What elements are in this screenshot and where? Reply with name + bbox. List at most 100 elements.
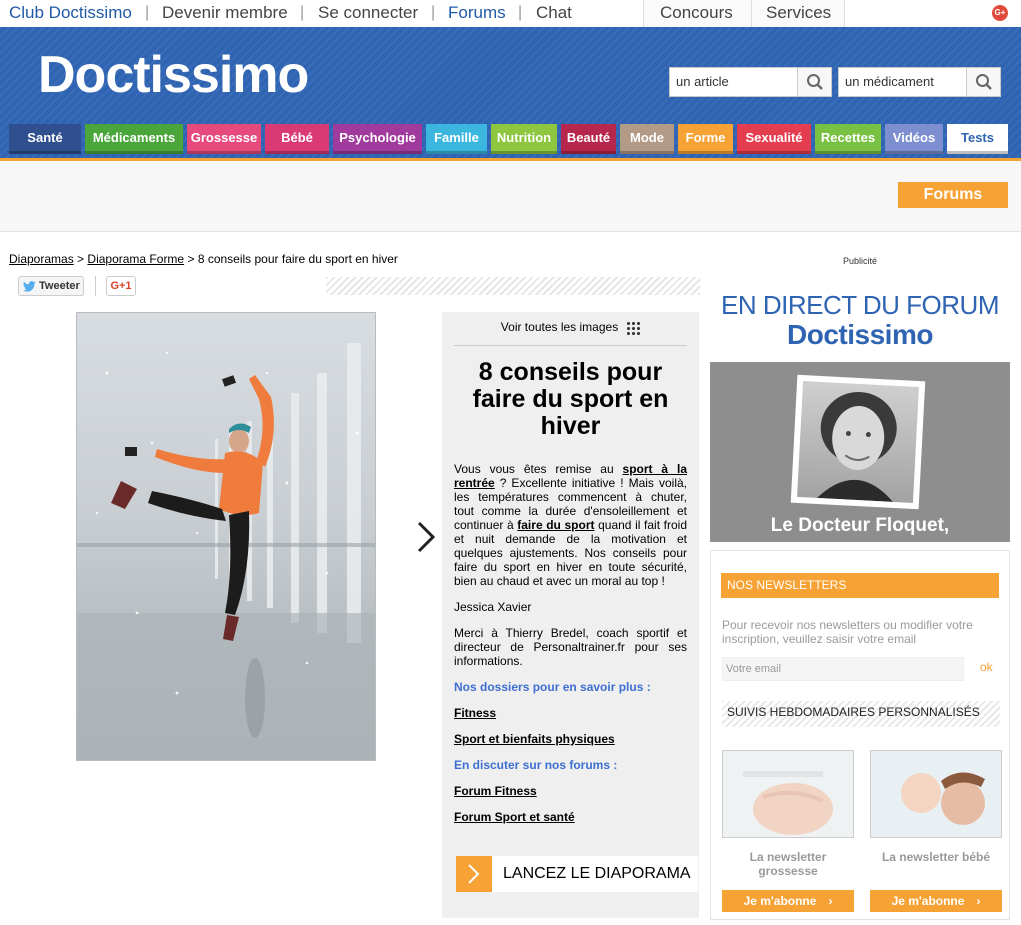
chevron-right-icon: › (828, 894, 833, 908)
concours-tab[interactable]: Concours (643, 0, 751, 27)
doctor-promo[interactable]: Le Docteur Floquet, (710, 362, 1010, 542)
breadcrumb-current: 8 conseils pour faire du sport en hiver (197, 252, 398, 266)
services-label: Services (766, 3, 832, 22)
services-tab[interactable]: Services (751, 0, 845, 27)
tweet-button[interactable]: Tweeter (18, 276, 84, 296)
runner-woman-photo (77, 343, 375, 760)
article-thanks: Merci à Thierry Bredel, coach sportif et… (454, 626, 687, 668)
separator: | (300, 4, 305, 21)
doctissimo-logo[interactable]: Doctissimo (38, 45, 309, 105)
search-icon (807, 74, 823, 90)
article-intro: Vous vous êtes remise au sport à la rent… (454, 462, 687, 588)
chevron-right-icon (468, 864, 480, 884)
breadcrumb-separator: > (77, 252, 85, 266)
se-connecter-link[interactable]: Se connecter (318, 3, 418, 23)
forums-link[interactable]: Forums (448, 3, 506, 23)
ok-button[interactable]: ok (980, 660, 993, 674)
medicament-search-input[interactable]: un médicament (845, 74, 934, 89)
lancez-diaporama-button[interactable]: LANCEZ LE DIAPORAMA (456, 856, 698, 892)
grid-icon (626, 320, 641, 335)
dossier-link-sport-bienfaits[interactable]: Sport et bienfaits physiques (454, 732, 615, 746)
voir-toutes-images-label: Voir toutes les images (500, 320, 619, 334)
intro-link-faire-du-sport[interactable]: faire du sport (517, 518, 594, 532)
newsletter-grossesse-image[interactable] (722, 750, 854, 838)
article-search-box[interactable]: un article (669, 67, 832, 97)
article-search-button[interactable] (797, 68, 831, 96)
baby-photo (871, 751, 1001, 837)
separator: | (431, 4, 436, 21)
doctor-name: Le Docteur Floquet, (770, 515, 950, 536)
subscribe-bebe-button[interactable]: Je m'abonne › (870, 890, 1002, 912)
forums-band: Forums (0, 158, 1021, 232)
forum-link-fitness[interactable]: Forum Fitness (454, 784, 537, 798)
nav-item-sante[interactable]: Santé (9, 124, 81, 154)
google-plus-icon[interactable]: G+ (992, 5, 1008, 21)
tweet-label: Tweeter (39, 280, 80, 292)
article-title: 8 conseils pour faire du sport en hiver (472, 358, 669, 440)
nav-item-mode[interactable]: Mode (620, 124, 674, 154)
newsletters-heading: NOS NEWSLETTERS (721, 573, 999, 598)
lancez-arrow (456, 856, 492, 892)
nav-item-nutrition[interactable]: Nutrition (491, 124, 557, 154)
lancez-diaporama-label: LANCEZ LE DIAPORAMA (503, 865, 691, 882)
top-bar: Club Doctissimo | Devenir membre | Se co… (0, 0, 1021, 27)
newsletter-box: NOS NEWSLETTERS Pour recevoir nos newsle… (710, 550, 1010, 920)
panel-divider (454, 345, 687, 346)
newsletter-grossesse-label[interactable]: La newsletter grossesse (722, 850, 854, 878)
subscribe-grossesse-button[interactable]: Je m'abonne › (722, 890, 854, 912)
nav-item-beaute[interactable]: Beauté (561, 124, 616, 154)
breadcrumb: Diaporamas > Diaporama Forme > 8 conseil… (9, 252, 398, 266)
breadcrumb-separator: > (187, 252, 195, 266)
nav-item-famille[interactable]: Famille (426, 124, 487, 154)
breadcrumb-diaporama-forme[interactable]: Diaporama Forme (87, 252, 184, 266)
nav-item-forme[interactable]: Forme (678, 124, 733, 154)
doctor-photo (797, 381, 919, 503)
google-plus-one-button[interactable]: G+1 (106, 276, 136, 296)
dossiers-heading: Nos dossiers pour en savoir plus : (454, 680, 651, 694)
newsletter-bebe-label[interactable]: La newsletter bébé (870, 850, 1002, 864)
nav-item-recettes[interactable]: Recettes (815, 124, 881, 154)
pregnant-belly-photo (723, 751, 853, 837)
dossier-link-fitness[interactable]: Fitness (454, 706, 496, 720)
suivis-heading: SUIVIS HEBDOMADAIRES PERSONNALISÉS (722, 701, 1000, 727)
separator: | (518, 4, 523, 21)
nav-item-medicaments[interactable]: Médicaments (85, 124, 183, 154)
email-field[interactable]: Votre email (722, 657, 964, 681)
slideshow-photo[interactable] (76, 312, 376, 761)
nav-item-grossesse[interactable]: Grossesse (187, 124, 261, 154)
hatched-divider (326, 277, 700, 295)
nav-item-psychologie[interactable]: Psychologie (333, 124, 422, 154)
forums-button[interactable]: Forums (898, 182, 1008, 208)
article-search-input[interactable]: un article (676, 74, 729, 89)
chat-link[interactable]: Chat (536, 3, 572, 23)
concours-label: Concours (660, 3, 733, 22)
doctor-portrait (817, 392, 897, 502)
club-doctissimo-link[interactable]: Club Doctissimo (9, 3, 132, 23)
voir-toutes-images-link[interactable]: Voir toutes les images (442, 320, 699, 335)
newsletters-description: Pour recevoir nos newsletters ou modifie… (722, 618, 973, 646)
forum-link-sport-sante[interactable]: Forum Sport et santé (454, 810, 575, 824)
subscribe-label: Je m'abonne (743, 894, 817, 908)
article-author: Jessica Xavier (454, 600, 532, 614)
en-direct-du-forum: EN DIRECT DU FORUM (721, 290, 999, 320)
breadcrumb-diaporamas[interactable]: Diaporamas (9, 252, 74, 266)
newsletter-bebe-image[interactable] (870, 750, 1002, 838)
nav-item-tests[interactable]: Tests (947, 124, 1008, 154)
subscribe-label: Je m'abonne (891, 894, 965, 908)
share-divider (95, 276, 96, 296)
separator: | (145, 4, 150, 21)
next-slide-arrow-icon[interactable] (415, 520, 437, 554)
doctor-photo-frame (790, 374, 926, 510)
chevron-right-icon: › (976, 894, 981, 908)
nav-item-bebe[interactable]: Bébé (265, 124, 329, 154)
nav-item-sexualite[interactable]: Sexualité (737, 124, 811, 154)
nav-item-videos[interactable]: Vidéos (885, 124, 943, 154)
intro-text-1: Vous vous êtes remise au (454, 462, 623, 476)
site-header: Doctissimo un article un médicament Sant… (0, 27, 1021, 158)
devenir-membre-link[interactable]: Devenir membre (162, 3, 288, 23)
medicament-search-box[interactable]: un médicament (838, 67, 1001, 97)
publicite-label: Publicité (842, 256, 878, 266)
medicament-search-button[interactable] (966, 68, 1000, 96)
doctissimo-wordmark: Doctissimo (787, 319, 933, 350)
search-icon (976, 74, 992, 90)
